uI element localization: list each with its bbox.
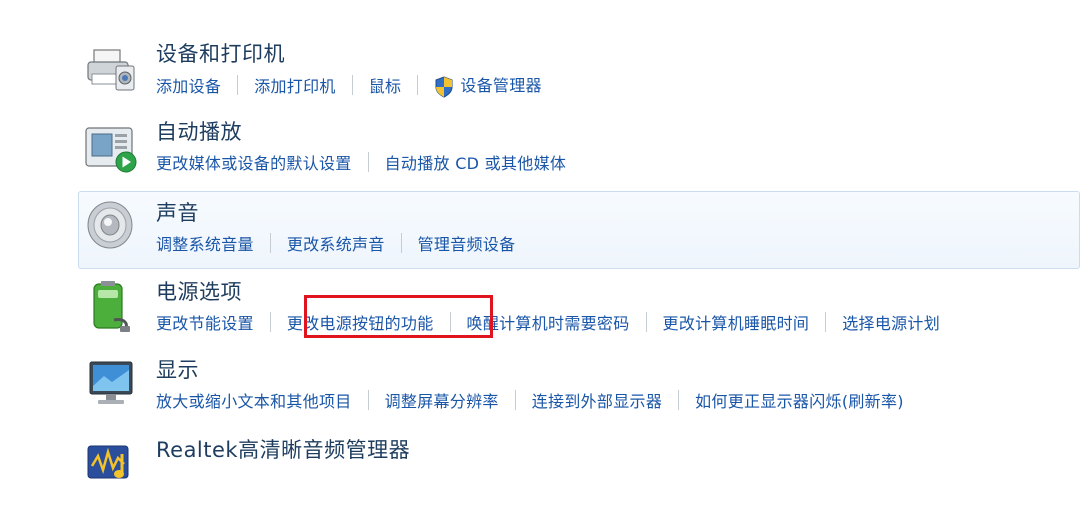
change-sleep-time-link[interactable]: 更改计算机睡眠时间 xyxy=(663,310,810,334)
section-realtek: Realtek高清晰音频管理器 xyxy=(0,430,1080,508)
adjust-volume-link[interactable]: 调整系统音量 xyxy=(156,231,254,255)
section-title-sound[interactable]: 声音 xyxy=(156,197,199,227)
choose-power-plan-link[interactable]: 选择电源计划 xyxy=(842,310,940,334)
screen-resolution-link[interactable]: 调整屏幕分辨率 xyxy=(385,388,499,412)
section-power-options: 电源选项 更改节能设置 更改电源按钮的功能 唤醒计算机时需要密码 更改计算机睡眠… xyxy=(0,270,1080,348)
device-manager-label: 设备管理器 xyxy=(460,76,542,95)
autoplay-icon[interactable] xyxy=(84,122,138,176)
add-device-link[interactable]: 添加设备 xyxy=(156,73,221,97)
link-separator xyxy=(351,74,353,95)
link-separator xyxy=(367,390,369,410)
uac-shield-icon xyxy=(435,75,453,98)
link-separator xyxy=(269,312,271,332)
sound-links: 调整系统音量 更改系统声音 管理音频设备 xyxy=(156,231,515,255)
link-separator xyxy=(269,233,271,253)
section-title-realtek[interactable]: Realtek高清晰音频管理器 xyxy=(156,434,410,464)
mouse-link[interactable]: 鼠标 xyxy=(369,73,402,97)
realtek-audio-icon[interactable] xyxy=(84,436,138,490)
power-options-links: 更改节能设置 更改电源按钮的功能 唤醒计算机时需要密码 更改计算机睡眠时间 选择… xyxy=(156,310,940,334)
link-separator xyxy=(645,312,647,332)
change-power-saving-link[interactable]: 更改节能设置 xyxy=(156,310,254,334)
change-system-sounds-link[interactable]: 更改系统声音 xyxy=(287,231,385,255)
link-separator xyxy=(514,390,516,410)
link-separator xyxy=(417,74,419,95)
link-separator xyxy=(367,152,369,172)
manage-audio-devices-link[interactable]: 管理音频设备 xyxy=(418,231,516,255)
highlight-box xyxy=(304,295,493,338)
add-printer-link[interactable]: 添加打印机 xyxy=(254,73,336,97)
section-title-devices-printers[interactable]: 设备和打印机 xyxy=(156,38,285,68)
autoplay-cd-link[interactable]: 自动播放 CD 或其他媒体 xyxy=(385,150,567,174)
speaker-icon[interactable] xyxy=(84,198,138,252)
display-monitor-icon[interactable] xyxy=(84,356,138,410)
autoplay-links: 更改媒体或设备的默认设置 自动播放 CD 或其他媒体 xyxy=(156,150,566,174)
external-display-link[interactable]: 连接到外部显示器 xyxy=(532,388,662,412)
section-display: 显示 放大或缩小文本和其他项目 调整屏幕分辨率 连接到外部显示器 如何更正显示器… xyxy=(0,350,1080,428)
link-separator xyxy=(678,390,680,410)
devices-printers-links: 添加设备 添加打印机 鼠标 设备管理器 xyxy=(156,72,542,98)
section-title-power-options[interactable]: 电源选项 xyxy=(156,276,242,306)
link-separator xyxy=(400,233,402,253)
section-autoplay: 自动播放 更改媒体或设备的默认设置 自动播放 CD 或其他媒体 xyxy=(0,108,1080,186)
text-size-link[interactable]: 放大或缩小文本和其他项目 xyxy=(156,388,352,412)
change-media-defaults-link[interactable]: 更改媒体或设备的默认设置 xyxy=(156,150,352,174)
link-separator xyxy=(237,74,239,95)
refresh-rate-link[interactable]: 如何更正显示器闪烁(刷新率) xyxy=(695,388,904,412)
printer-icon[interactable] xyxy=(84,44,138,98)
link-separator xyxy=(825,312,827,332)
section-title-autoplay[interactable]: 自动播放 xyxy=(156,116,242,146)
display-links: 放大或缩小文本和其他项目 调整屏幕分辨率 连接到外部显示器 如何更正显示器闪烁(… xyxy=(156,388,904,412)
section-title-display[interactable]: 显示 xyxy=(156,354,199,384)
section-devices-printers: 设备和打印机 添加设备 添加打印机 鼠标 设备管理器 xyxy=(0,30,1080,108)
battery-power-icon[interactable] xyxy=(84,280,138,334)
device-manager-link[interactable]: 设备管理器 xyxy=(434,72,542,98)
section-sound xyxy=(78,191,1080,269)
